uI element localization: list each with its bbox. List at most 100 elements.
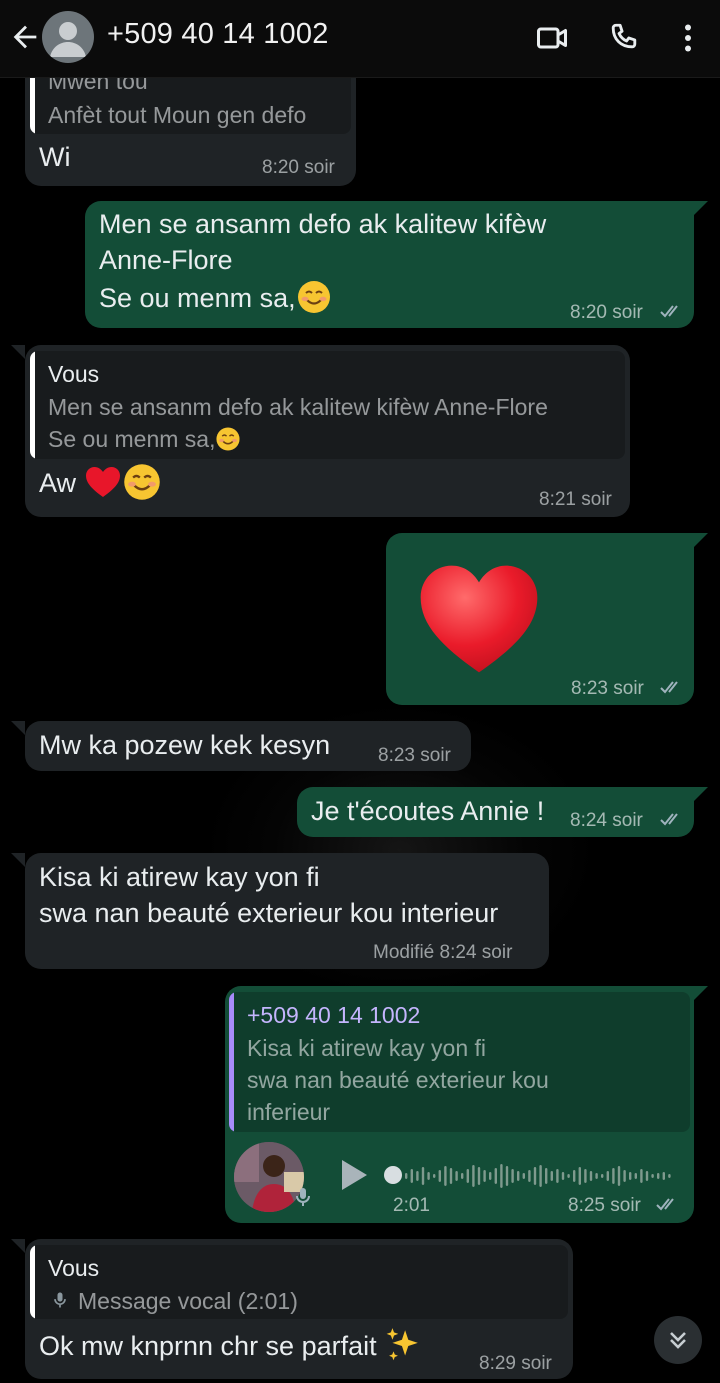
- read-ticks-icon: [660, 813, 678, 826]
- message-edited-time: Modifié 8:24 soir: [373, 942, 513, 963]
- waveform-bar: [634, 1173, 637, 1179]
- back-arrow-icon[interactable]: [8, 20, 42, 54]
- waveform-bar: [444, 1166, 447, 1186]
- waveform-bar: [494, 1168, 497, 1184]
- waveform-bar: [567, 1174, 570, 1178]
- waveform-bar: [606, 1171, 609, 1181]
- message-text: Je t'écoutes Annie !: [311, 796, 545, 826]
- quoted-message[interactable]: +509 40 14 1002 Kisa ki atirew kay yon f…: [229, 992, 690, 1132]
- waveform-bar: [589, 1171, 593, 1181]
- quote-bar: [30, 351, 35, 459]
- waveform-bar: [461, 1173, 464, 1179]
- voice-call-icon[interactable]: [606, 20, 642, 56]
- video-call-icon[interactable]: [534, 20, 570, 56]
- waveform-bar: [483, 1170, 486, 1182]
- message-text: Ok mw knprnn chr se parfait: [39, 1327, 422, 1364]
- bubble-tail: [694, 201, 708, 215]
- read-ticks-icon: [656, 1198, 674, 1211]
- quote-text: swa nan beauté exterieur kou: [247, 1067, 549, 1093]
- outgoing-voice-message[interactable]: +509 40 14 1002 Kisa ki atirew kay yon f…: [225, 986, 694, 1223]
- message-time: 8:29 soir: [479, 1353, 552, 1374]
- bubble-tail: [694, 787, 708, 801]
- waveform-bar: [433, 1174, 436, 1178]
- smiling-face-emoji-icon: [297, 280, 330, 313]
- waveform-bar: [449, 1168, 453, 1184]
- read-ticks-icon: [660, 681, 678, 694]
- message-time: 8:23 soir: [571, 678, 644, 699]
- message-time: 8:25 soir: [568, 1195, 641, 1216]
- message-text: Mw ka pozew kek kesyn: [39, 730, 331, 760]
- incoming-message[interactable]: Vous Message vocal (2:01) Ok mw knprnn c…: [25, 1239, 573, 1379]
- voice-progress-knob[interactable]: [384, 1166, 402, 1184]
- message-text: Anne-Flore: [99, 245, 233, 275]
- waveform-bar: [489, 1172, 492, 1180]
- waveform-bar: [578, 1167, 581, 1185]
- voice-waveform[interactable]: [401, 1156, 673, 1196]
- quote-author: Vous: [48, 361, 100, 387]
- outgoing-message[interactable]: Je t'écoutes Annie ! 8:24 soir: [297, 787, 694, 837]
- quote-author: +509 40 14 1002: [247, 1002, 421, 1028]
- incoming-message[interactable]: Vous Men se ansanm defo ak kalitew kifèw…: [25, 345, 630, 517]
- quoted-message[interactable]: Vous Men se ansanm defo ak kalitew kifèw…: [30, 351, 625, 459]
- outgoing-message[interactable]: 8:23 soir: [386, 533, 694, 705]
- waveform-bar: [427, 1172, 430, 1180]
- quote-text: Men se ansanm defo ak kalitew kifèw Anne…: [48, 394, 548, 420]
- incoming-message[interactable]: Mw ka pozew kek kesyn 8:23 soir: [25, 721, 471, 771]
- message-time: 8:24 soir: [570, 810, 643, 831]
- quote-bar: [229, 992, 234, 1132]
- message-text: Men se ansanm defo ak kalitew kifèw: [99, 209, 547, 239]
- bubble-tail: [11, 721, 25, 735]
- waveform-bar: [472, 1165, 475, 1187]
- message-time: 8:20 soir: [570, 302, 643, 323]
- contact-name[interactable]: +509 40 14 1002: [107, 18, 329, 51]
- quote-text: inferieur: [247, 1099, 331, 1125]
- waveform-bar: [550, 1171, 553, 1181]
- waveform-bar: [623, 1170, 626, 1182]
- waveform-bar: [556, 1169, 559, 1183]
- waveform-bar: [410, 1169, 413, 1183]
- more-options-icon[interactable]: [670, 20, 706, 56]
- bubble-tail: [11, 853, 25, 867]
- quote-bar: [30, 1245, 35, 1319]
- waveform-bar: [405, 1173, 408, 1179]
- quote-text: Kisa ki atirew kay yon fi: [247, 1035, 487, 1061]
- play-icon[interactable]: [332, 1155, 372, 1195]
- read-ticks-icon: [660, 305, 678, 318]
- waveform-bar: [438, 1170, 441, 1182]
- waveform-bar: [561, 1172, 565, 1180]
- smiling-face-emoji-icon: [216, 427, 241, 451]
- scroll-to-bottom-button[interactable]: [654, 1316, 702, 1364]
- waveform-bar: [617, 1166, 621, 1186]
- waveform-bar: [517, 1171, 520, 1181]
- incoming-message[interactable]: Kisa ki atirew kay yon fi swa nan beauté…: [25, 853, 549, 969]
- message-time: 8:20 soir: [262, 157, 335, 178]
- waveform-bar: [539, 1165, 542, 1187]
- message-time: 8:23 soir: [378, 745, 451, 766]
- waveform-bar: [629, 1172, 632, 1180]
- quote-text: Se ou menm sa,: [48, 426, 241, 453]
- waveform-bar: [545, 1168, 548, 1184]
- waveform-bar: [528, 1170, 531, 1182]
- outgoing-message[interactable]: Men se ansanm defo ak kalitew kifèw Anne…: [85, 201, 694, 328]
- message-text: Wi: [39, 142, 71, 172]
- waveform-bar: [477, 1167, 481, 1185]
- voice-duration: 2:01: [393, 1195, 430, 1216]
- bubble-tail: [694, 533, 708, 547]
- waveform-bar: [662, 1172, 665, 1180]
- red-heart-emoji-icon: [85, 467, 120, 497]
- message-text: Kisa ki atirew kay yon fi: [39, 862, 320, 892]
- waveform-bar: [584, 1169, 587, 1183]
- avatar[interactable]: [42, 11, 94, 63]
- waveform-bar: [466, 1169, 469, 1183]
- message-text: Se ou menm sa,: [99, 280, 332, 315]
- large-red-heart-emoji-icon: [420, 565, 538, 673]
- message-text: swa nan beauté exterieur kou interieur: [39, 898, 499, 928]
- quoted-message[interactable]: Vous Message vocal (2:01): [30, 1245, 568, 1319]
- bubble-tail: [11, 1239, 25, 1253]
- waveform-bar: [421, 1167, 425, 1185]
- message-time: 8:21 soir: [539, 489, 612, 510]
- waveform-bar: [640, 1169, 643, 1183]
- double-chevron-down-icon: [670, 1332, 686, 1349]
- waveform-bar: [522, 1173, 525, 1179]
- message-text: Aw: [39, 464, 162, 502]
